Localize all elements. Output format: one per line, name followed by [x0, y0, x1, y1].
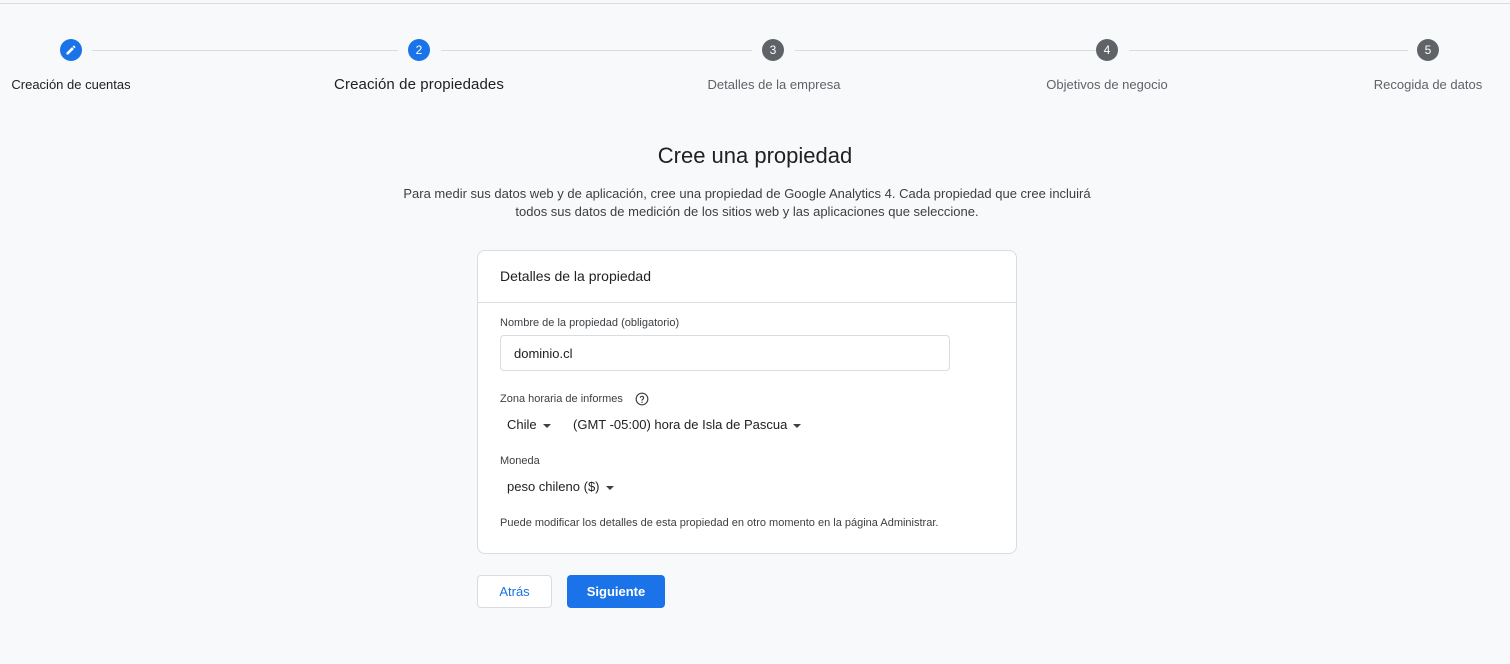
step-5-circle: 5	[1417, 39, 1439, 61]
timezone-select-value: (GMT -05:00) hora de Isla de Pascua	[573, 417, 788, 432]
timezone-select[interactable]: (GMT -05:00) hora de Isla de Pascua	[573, 417, 802, 432]
page-title: Cree una propiedad	[657, 143, 853, 168]
help-circle-icon[interactable]	[635, 392, 649, 406]
chevron-down-icon	[793, 423, 802, 428]
step-2-label: Creación de propiedades	[334, 76, 504, 93]
pencil-icon	[66, 45, 76, 55]
step-1-circle[interactable]	[60, 39, 82, 61]
stepper-connector	[795, 50, 1096, 51]
step-3-label: Detalles de la empresa	[707, 77, 841, 92]
currency-label: Moneda	[500, 455, 540, 467]
page-subtitle: Para medir sus datos web y de aplicación…	[380, 185, 1114, 221]
back-button[interactable]: Atrás	[477, 575, 552, 608]
step-4-label: Objetivos de negocio	[1046, 77, 1168, 92]
country-select[interactable]: Chile	[507, 417, 551, 432]
next-button[interactable]: Siguiente	[567, 575, 665, 608]
edit-later-hint: Puede modificar los detalles de esta pro…	[500, 517, 939, 529]
stepper-connector	[1129, 50, 1408, 51]
step-5-label: Recogida de datos	[1373, 77, 1483, 92]
subtitle-line-1: Para medir sus datos web y de aplicación…	[403, 186, 1091, 201]
country-select-value: Chile	[507, 417, 537, 432]
step-1-label[interactable]: Creación de cuentas	[11, 77, 130, 92]
chevron-down-icon	[542, 423, 551, 428]
subtitle-line-2: todos sus datos de medición de los sitio…	[515, 204, 979, 219]
property-name-label: Nombre de la propiedad (obligatorio)	[500, 317, 680, 329]
property-name-input[interactable]	[500, 335, 950, 371]
currency-select[interactable]: peso chileno ($)	[507, 479, 614, 494]
stepper-connector	[441, 50, 752, 51]
card-header: Detalles de la propiedad	[478, 251, 1016, 303]
step-4-circle: 4	[1096, 39, 1118, 61]
stepper-connector	[92, 50, 398, 51]
currency-select-value: peso chileno ($)	[507, 479, 600, 494]
step-2-circle: 2	[408, 39, 430, 61]
setup-stepper: Creación de cuentas 2 Creación de propie…	[0, 0, 1510, 110]
property-details-card: Detalles de la propiedad Nombre de la pr…	[477, 250, 1017, 554]
step-3-circle: 3	[762, 39, 784, 61]
timezone-label: Zona horaria de informes	[500, 393, 623, 405]
chevron-down-icon	[605, 485, 614, 490]
